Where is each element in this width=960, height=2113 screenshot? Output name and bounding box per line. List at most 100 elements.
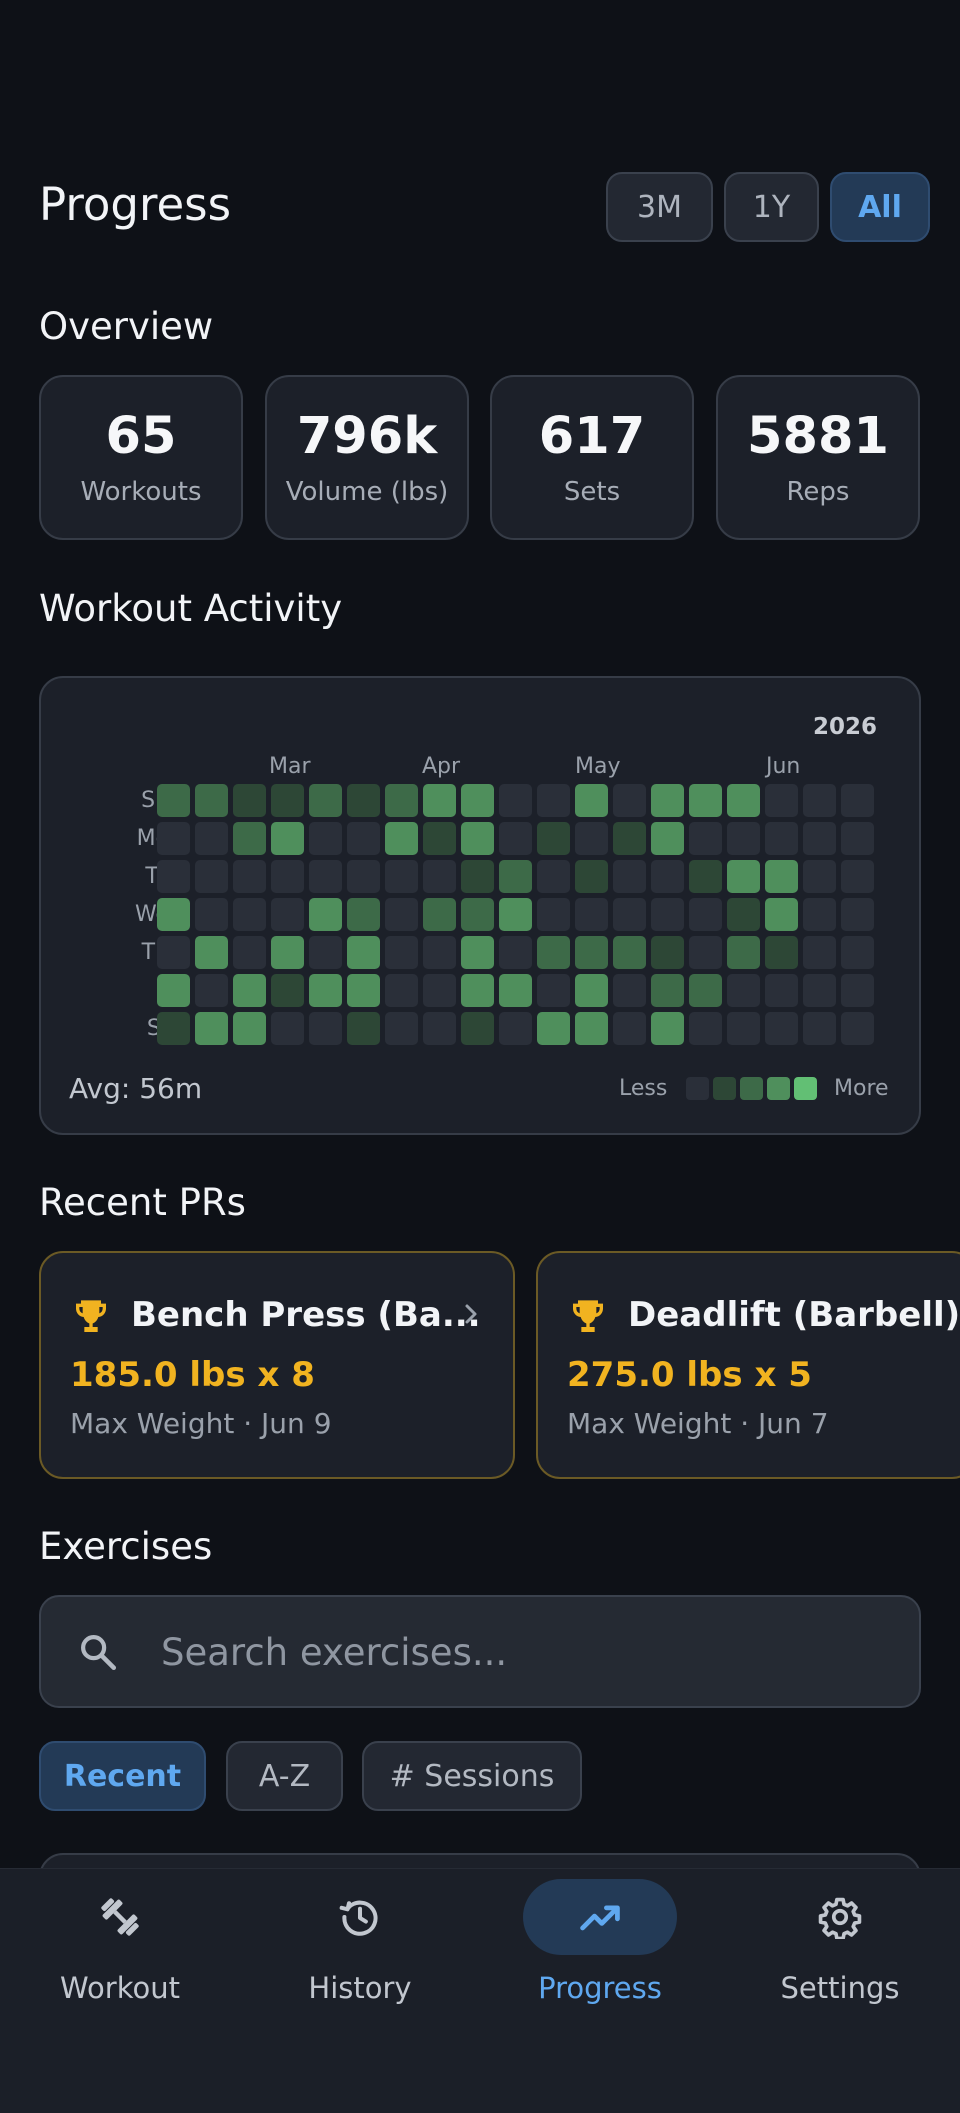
pr-card-deadlift[interactable]: Deadlift (Barbell) 275.0 lbs x 5 Max Wei… bbox=[536, 1251, 960, 1479]
heatmap-cell bbox=[347, 784, 380, 817]
range-1y-button[interactable]: 1Y bbox=[724, 172, 819, 242]
heatmap-cell bbox=[499, 898, 532, 931]
heatmap-cell bbox=[347, 860, 380, 893]
heatmap-cell bbox=[651, 1012, 684, 1045]
search-input[interactable] bbox=[161, 1615, 881, 1689]
heatmap-cell bbox=[195, 784, 228, 817]
heatmap-cell bbox=[575, 936, 608, 969]
recent-prs-heading: Recent PRs bbox=[39, 1181, 246, 1224]
heatmap-cell bbox=[385, 936, 418, 969]
heatmap-cell bbox=[157, 860, 190, 893]
heatmap-cell bbox=[689, 860, 722, 893]
sort-az-chip[interactable]: A-Z bbox=[226, 1741, 343, 1811]
nav-item-workout[interactable]: Workout bbox=[0, 1869, 240, 2049]
heatmap-cell bbox=[499, 1012, 532, 1045]
heatmap-cell bbox=[233, 822, 266, 855]
nav-item-progress[interactable]: Progress bbox=[480, 1869, 720, 2049]
heatmap-cell bbox=[233, 936, 266, 969]
heatmap-cell bbox=[803, 898, 836, 931]
history-icon bbox=[339, 1900, 378, 1936]
heatmap-cell bbox=[461, 974, 494, 1007]
heatmap-cell bbox=[233, 898, 266, 931]
heatmap-cell bbox=[195, 936, 228, 969]
heatmap-cell bbox=[651, 974, 684, 1007]
heatmap-cell bbox=[385, 822, 418, 855]
heatmap-cell bbox=[461, 898, 494, 931]
heatmap-cell bbox=[271, 974, 304, 1007]
heatmap-cell bbox=[233, 784, 266, 817]
pr-card-bench-press[interactable]: Bench Press (Ba... 185.0 lbs x 8 Max Wei… bbox=[39, 1251, 515, 1479]
legend-swatch-3 bbox=[767, 1077, 790, 1100]
chevron-right-icon bbox=[465, 1304, 477, 1324]
heatmap-cell bbox=[461, 936, 494, 969]
heatmap-cell bbox=[499, 936, 532, 969]
heatmap-cell bbox=[499, 784, 532, 817]
heatmap-cell bbox=[689, 898, 722, 931]
heatmap-cell bbox=[309, 784, 342, 817]
pr-exercise-name: Bench Press (Ba... bbox=[131, 1295, 481, 1335]
heatmap-cell bbox=[803, 822, 836, 855]
heatmap-cell bbox=[537, 784, 570, 817]
month-label: Mar bbox=[269, 754, 311, 779]
heatmap-cell bbox=[765, 936, 798, 969]
heatmap-cell bbox=[157, 898, 190, 931]
heatmap-cell bbox=[803, 784, 836, 817]
heatmap-cell bbox=[423, 784, 456, 817]
heatmap-cell bbox=[195, 822, 228, 855]
heatmap-cell bbox=[385, 1012, 418, 1045]
heatmap-cell bbox=[347, 974, 380, 1007]
legend-swatch-1 bbox=[713, 1077, 736, 1100]
heatmap-cell bbox=[423, 860, 456, 893]
heatmap-cell bbox=[727, 1012, 760, 1045]
heatmap-cell bbox=[385, 898, 418, 931]
workout-activity-heading: Workout Activity bbox=[39, 587, 343, 630]
heatmap-cell bbox=[613, 898, 646, 931]
heatmap-cell bbox=[271, 822, 304, 855]
heatmap-cell bbox=[423, 974, 456, 1007]
heatmap-cell bbox=[423, 936, 456, 969]
nav-label: Workout bbox=[60, 1971, 180, 2005]
nav-label: Settings bbox=[780, 1971, 900, 2005]
nav-item-settings[interactable]: Settings bbox=[720, 1869, 960, 2049]
heatmap-cell bbox=[537, 898, 570, 931]
nav-item-history[interactable]: History bbox=[240, 1869, 480, 2049]
overview-heading: Overview bbox=[39, 305, 214, 348]
stat-card-workouts: 65 Workouts bbox=[39, 375, 243, 540]
exercises-heading: Exercises bbox=[39, 1525, 213, 1568]
heatmap-cell bbox=[841, 784, 874, 817]
heatmap-cell bbox=[613, 784, 646, 817]
stat-value: 65 bbox=[105, 407, 177, 466]
sort-sessions-chip[interactable]: # Sessions bbox=[362, 1741, 582, 1811]
stat-card-volume: 796k Volume (lbs) bbox=[265, 375, 469, 540]
heatmap-cell bbox=[727, 974, 760, 1007]
range-all-button[interactable]: All bbox=[830, 172, 930, 242]
range-3m-button[interactable]: 3M bbox=[606, 172, 713, 242]
heatmap-cell bbox=[537, 860, 570, 893]
heatmap-cell bbox=[271, 898, 304, 931]
progress-screen: Progress 3M 1Y All Overview 65 Workouts … bbox=[0, 0, 960, 2113]
heatmap-cell bbox=[765, 974, 798, 1007]
heatmap-cell bbox=[575, 784, 608, 817]
heatmap-cell bbox=[613, 974, 646, 1007]
heatmap-cell bbox=[499, 822, 532, 855]
heatmap-cell bbox=[613, 936, 646, 969]
stat-label: Volume (lbs) bbox=[285, 477, 449, 507]
sort-recent-chip[interactable]: Recent bbox=[39, 1741, 206, 1811]
heatmap-cell bbox=[727, 936, 760, 969]
heatmap-cell bbox=[689, 1012, 722, 1045]
heatmap-cell bbox=[309, 860, 342, 893]
heatmap-cell bbox=[765, 822, 798, 855]
heatmap-cell bbox=[651, 822, 684, 855]
heatmap-year: 2026 bbox=[812, 714, 877, 740]
heatmap-cell bbox=[499, 974, 532, 1007]
heatmap-cell bbox=[271, 860, 304, 893]
heatmap-cell bbox=[461, 860, 494, 893]
heatmap-cell bbox=[689, 822, 722, 855]
trending-up-icon bbox=[580, 1905, 620, 1931]
exercise-search-box[interactable] bbox=[39, 1595, 921, 1708]
stat-card-reps: 5881 Reps bbox=[716, 375, 920, 540]
heatmap-cell bbox=[537, 974, 570, 1007]
nav-label: History bbox=[308, 1971, 412, 2005]
heatmap-cell bbox=[575, 860, 608, 893]
heatmap-cell bbox=[841, 822, 874, 855]
